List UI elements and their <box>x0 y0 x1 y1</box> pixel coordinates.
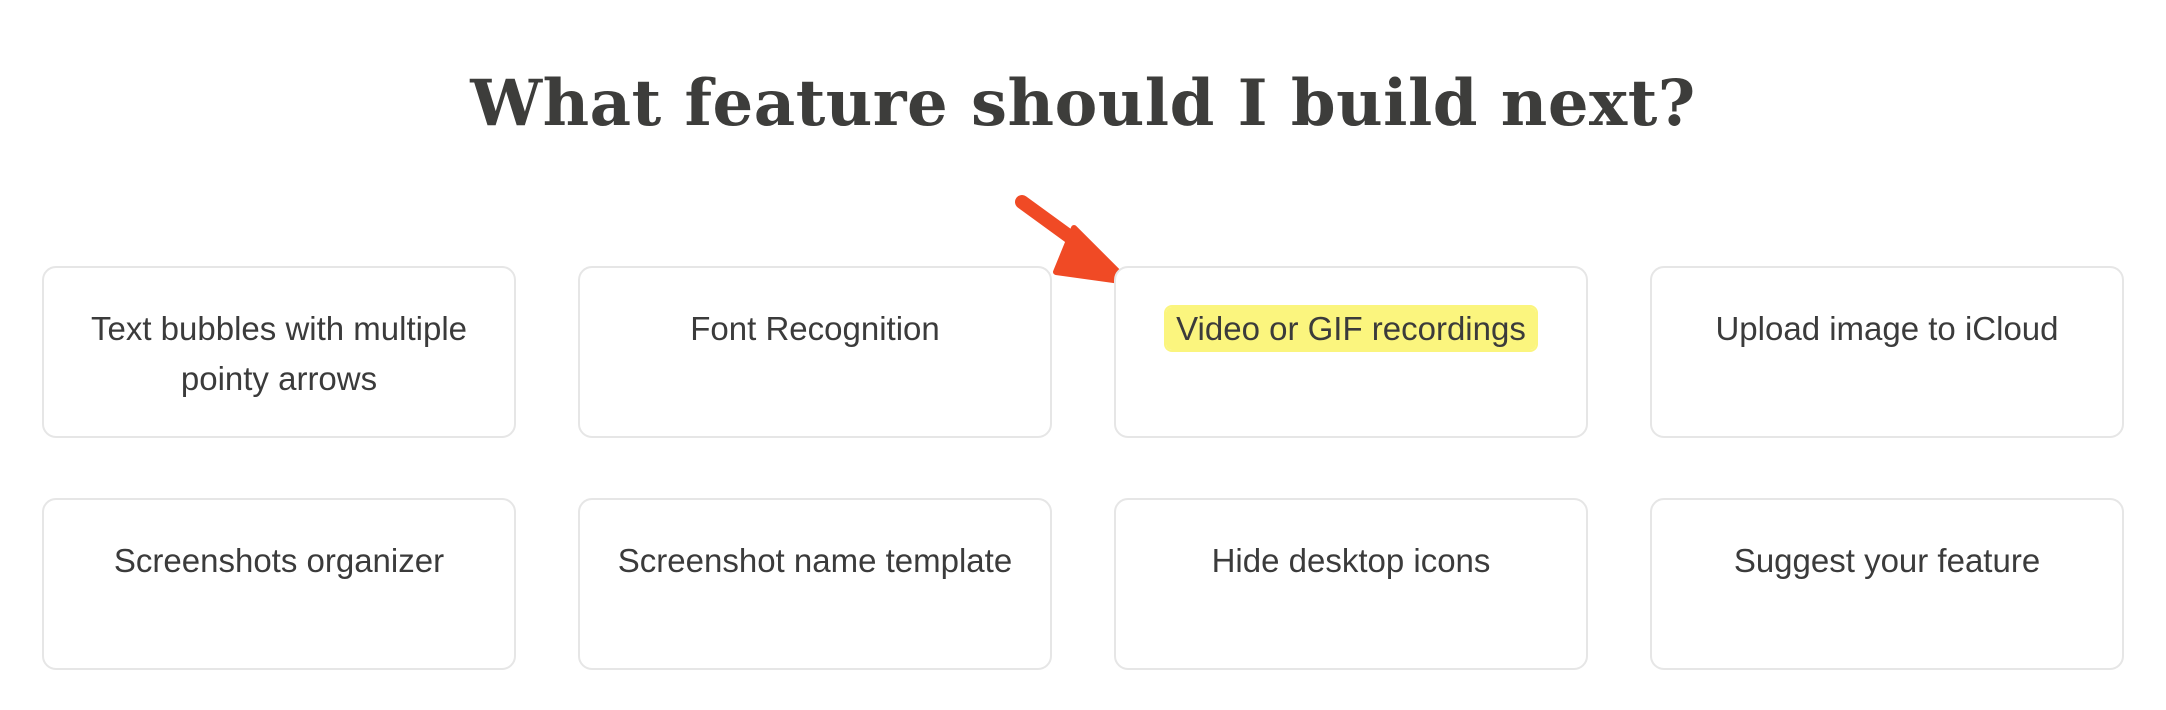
feature-card-label-highlighted: Video or GIF recordings <box>1166 307 1536 350</box>
feature-card-suggest-feature[interactable]: Suggest your feature <box>1650 498 2124 670</box>
feature-card-upload-icloud[interactable]: Upload image to iCloud <box>1650 266 2124 438</box>
feature-card-label: Suggest your feature <box>1733 542 2041 579</box>
feature-card-font-recognition[interactable]: Font Recognition <box>578 266 1052 438</box>
feature-grid: Text bubbles with multiple pointy arrows… <box>42 266 2124 670</box>
page-title: What feature should I build next? <box>470 66 1696 141</box>
feature-card-label: Font Recognition <box>690 310 940 347</box>
feature-card-label: Hide desktop icons <box>1211 542 1491 579</box>
feature-card-name-template[interactable]: Screenshot name template <box>578 498 1052 670</box>
feature-card-screenshots-organizer[interactable]: Screenshots organizer <box>42 498 516 670</box>
feature-card-hide-desktop-icons[interactable]: Hide desktop icons <box>1114 498 1588 670</box>
feature-card-label: Screenshots organizer <box>113 542 445 579</box>
feature-card-text-bubbles[interactable]: Text bubbles with multiple pointy arrows <box>42 266 516 438</box>
feature-card-label: Screenshot name template <box>617 542 1013 579</box>
feature-card-label: Upload image to iCloud <box>1715 310 2059 347</box>
feature-card-video-gif[interactable]: Video or GIF recordings <box>1114 266 1588 438</box>
feature-card-label: Text bubbles with multiple pointy arrows <box>90 310 468 397</box>
